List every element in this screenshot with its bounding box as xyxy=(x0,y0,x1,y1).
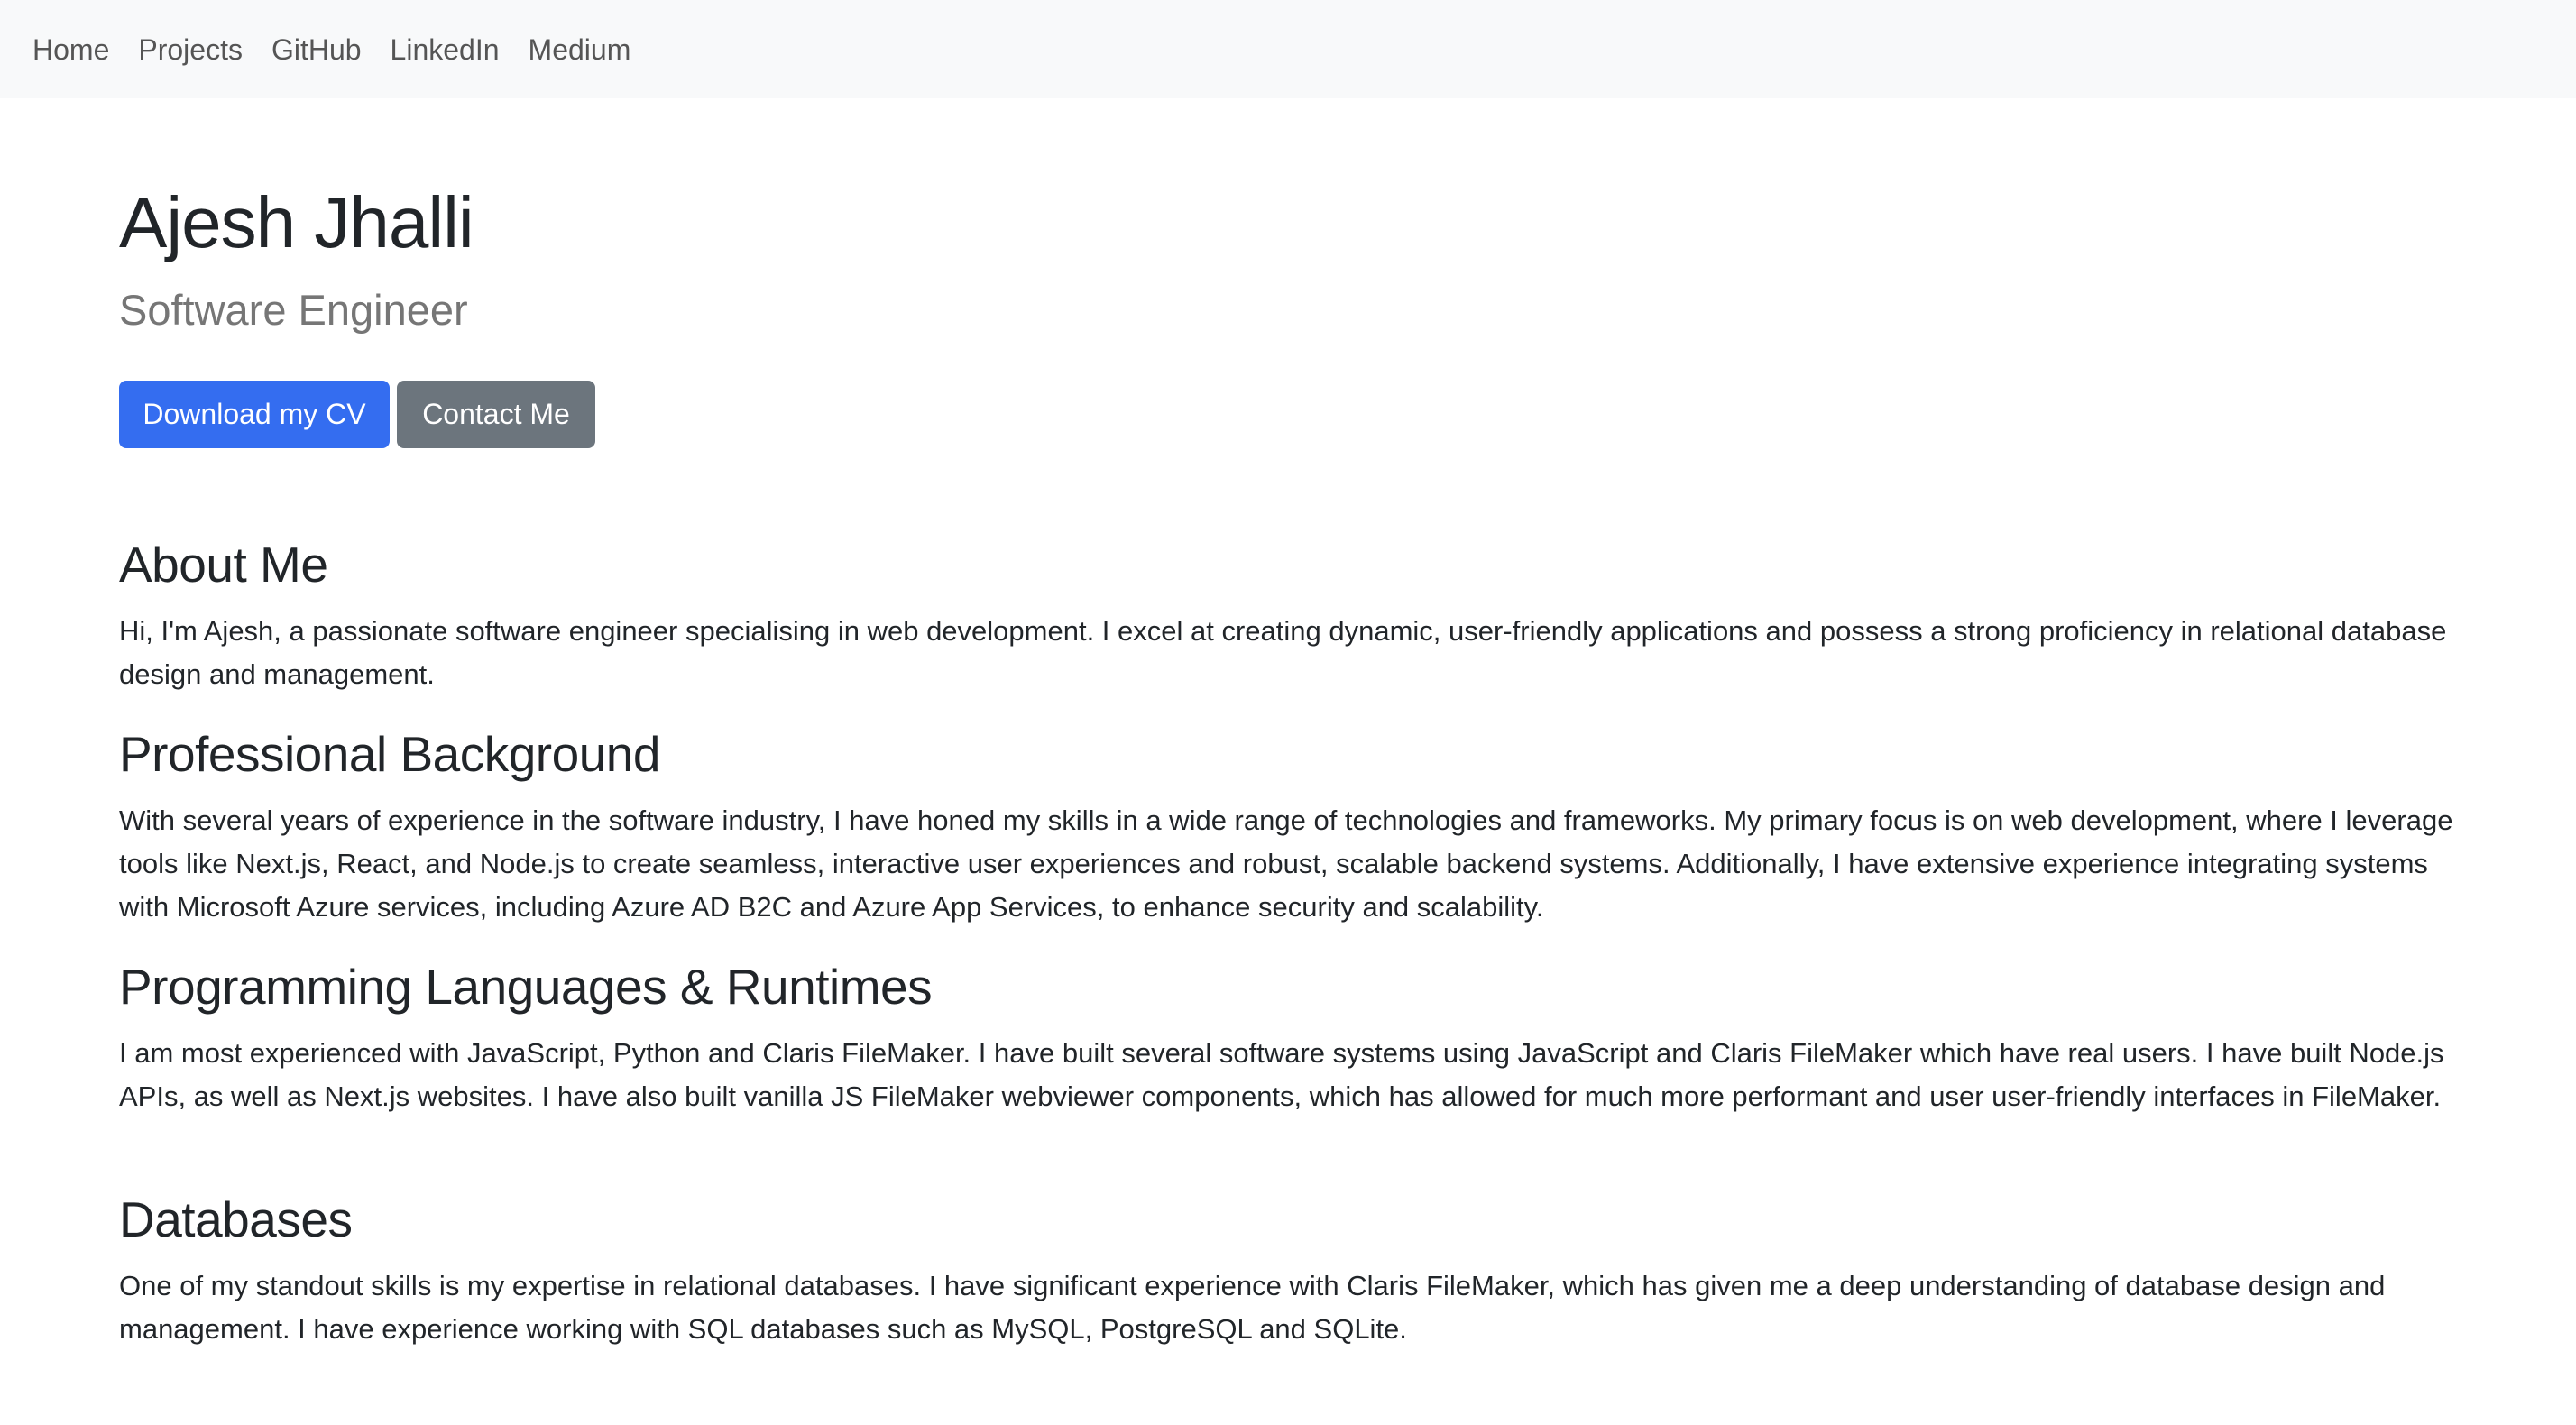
nav-link-linkedin[interactable]: LinkedIn xyxy=(391,35,500,64)
section-heading: Programming Languages & Runtimes xyxy=(119,959,933,1015)
hero-actions: Download my CV Contact Me xyxy=(119,381,595,448)
section-heading: About Me xyxy=(119,537,328,593)
nav-link-github[interactable]: GitHub xyxy=(271,35,362,64)
nav-link-projects[interactable]: Projects xyxy=(138,35,243,64)
section-about-me: About Me Hi, I'm Ajesh, a passionate sof… xyxy=(119,540,2464,696)
section-programming-languages: Programming Languages & Runtimes I am mo… xyxy=(119,962,2464,1118)
contact-me-button[interactable]: Contact Me xyxy=(397,381,595,448)
page-title: Ajesh Jhalli xyxy=(119,182,474,262)
nav-link-home[interactable]: Home xyxy=(32,35,109,64)
job-title: Software Engineer xyxy=(119,286,468,334)
section-body: One of my standout skills is my expertis… xyxy=(119,1270,2386,1345)
section-databases: Databases One of my standout skills is m… xyxy=(119,1195,2464,1351)
navbar: Home Projects GitHub LinkedIn Medium xyxy=(0,0,2576,98)
nav-link-medium[interactable]: Medium xyxy=(529,35,631,64)
section-body: Hi, I'm Ajesh, a passionate software eng… xyxy=(119,615,2447,690)
section-professional-background: Professional Background With several yea… xyxy=(119,730,2464,929)
download-cv-button[interactable]: Download my CV xyxy=(119,381,390,448)
section-heading: Professional Background xyxy=(119,726,660,782)
section-heading: Databases xyxy=(119,1191,353,1247)
section-body: I am most experienced with JavaScript, P… xyxy=(119,1037,2444,1112)
section-body: With several years of experience in the … xyxy=(119,804,2453,923)
